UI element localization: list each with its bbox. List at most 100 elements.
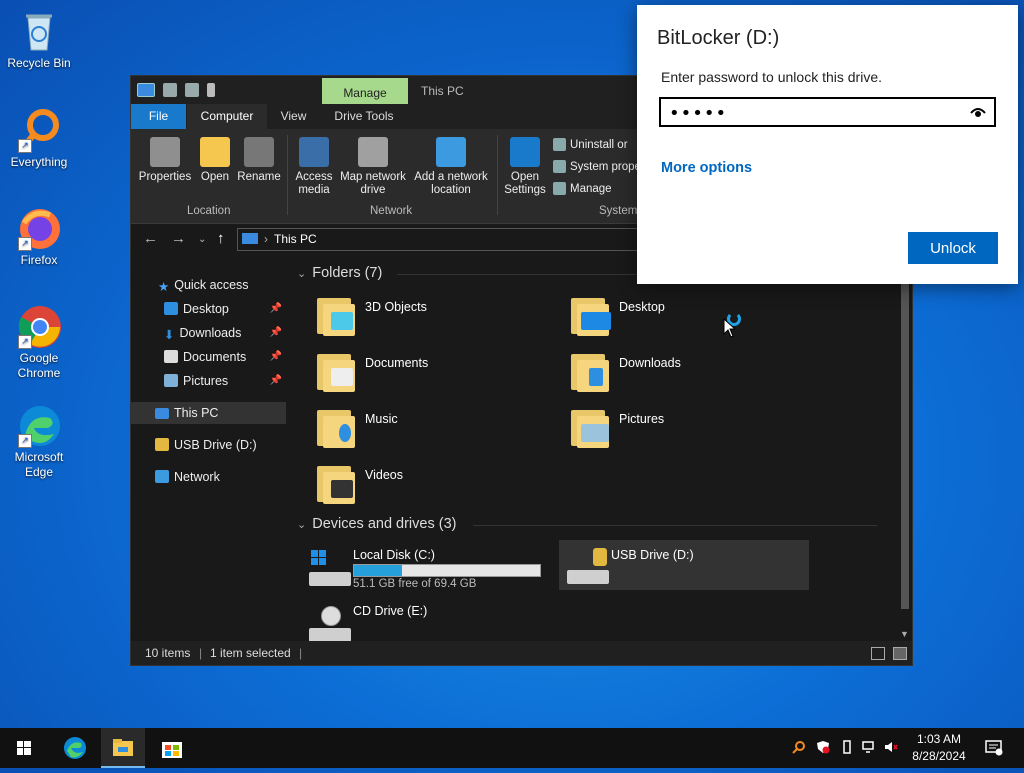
network-icon[interactable] <box>862 740 876 754</box>
folder-music[interactable]: Music <box>315 406 555 456</box>
bitlocker-dialog: BitLocker (D:) Enter password to unlock … <box>637 5 1018 284</box>
rename-icon <box>244 137 274 167</box>
group-label-location: Location <box>187 205 231 217</box>
edge-icon: ↗ <box>16 402 62 448</box>
notifications-icon[interactable] <box>985 740 1003 756</box>
taskbar-edge-button[interactable] <box>53 728 97 768</box>
large-icons-view-icon[interactable] <box>893 647 907 660</box>
folder-downloads[interactable]: Downloads <box>569 350 809 400</box>
up-arrow-icon[interactable]: ↑ <box>217 230 225 247</box>
nav-item-desktop[interactable]: Desktop 📌 <box>131 298 286 320</box>
nav-quick-access[interactable]: ★ Quick access <box>131 274 286 296</box>
security-shield-alert-icon[interactable] <box>816 740 830 754</box>
open-button[interactable]: Open <box>197 137 233 184</box>
status-item-count: 10 items <box>145 646 191 660</box>
reveal-password-eye-icon[interactable] <box>970 105 986 119</box>
folder-videos-icon <box>315 462 355 504</box>
uninstall-programs-button[interactable]: Uninstall or <box>553 138 628 151</box>
shortcut-arrow-icon: ↗ <box>18 335 32 349</box>
desktop-icon-chrome[interactable]: ↗ Google Chrome <box>4 303 74 381</box>
mouse-cursor-icon <box>723 318 735 338</box>
properties-qat-icon[interactable] <box>163 83 177 97</box>
pin-icon[interactable]: 📌 <box>270 322 282 344</box>
map-network-drive-button[interactable]: Map network drive <box>337 137 409 197</box>
folder-downloads-icon <box>569 350 609 392</box>
desktop-icon-everything[interactable]: ↗ Everything <box>4 107 74 170</box>
nav-item-documents[interactable]: Documents 📌 <box>131 346 286 368</box>
pin-icon[interactable]: 📌 <box>270 298 282 320</box>
password-input[interactable] <box>661 99 961 127</box>
chevron-down-icon: ⌄ <box>297 268 307 280</box>
nav-item-pictures[interactable]: Pictures 📌 <box>131 370 286 392</box>
start-button[interactable] <box>2 728 46 768</box>
drive-usb-d[interactable]: USB Drive (D:) <box>559 540 809 590</box>
ribbon-separator <box>287 135 288 215</box>
nav-network[interactable]: Network <box>131 466 286 488</box>
more-options-link[interactable]: More options <box>661 160 752 176</box>
properties-button[interactable]: Properties <box>138 137 192 184</box>
locked-usb-drive-icon <box>567 548 609 584</box>
qat-dropdown-icon[interactable] <box>207 83 215 97</box>
nav-item-downloads[interactable]: ⬇ Downloads 📌 <box>131 322 286 344</box>
devices-section-header[interactable]: ⌄ Devices and drives (3) <box>297 516 887 532</box>
rename-button[interactable]: Rename <box>237 137 281 184</box>
nav-usb-drive[interactable]: USB Drive (D:) <box>131 434 286 456</box>
shortcut-arrow-icon: ↗ <box>18 139 32 153</box>
volume-muted-icon[interactable] <box>884 740 898 754</box>
scrollbar-thumb[interactable] <box>901 264 909 609</box>
usb-device-icon[interactable] <box>840 740 854 754</box>
new-folder-qat-icon[interactable] <box>185 83 199 97</box>
nav-this-pc[interactable]: This PC <box>131 402 286 424</box>
access-media-button[interactable]: Access media <box>293 137 335 197</box>
drive-local-disk-c[interactable]: Local Disk (C:) 51.1 GB free of 69.4 GB <box>301 542 551 592</box>
tab-manage-context[interactable]: Manage <box>322 78 408 104</box>
folder-videos[interactable]: Videos <box>315 462 555 512</box>
back-arrow-icon[interactable]: ← <box>143 230 158 247</box>
quick-access-toolbar <box>137 81 215 99</box>
tab-computer[interactable]: Computer <box>187 104 267 129</box>
tab-view[interactable]: View <box>271 104 316 129</box>
taskbar-file-explorer-button[interactable] <box>101 728 145 768</box>
desktop-icon-edge[interactable]: ↗ Microsoft Edge <box>4 402 74 480</box>
folder-pictures-icon <box>569 406 609 448</box>
manage-button[interactable]: Manage <box>553 182 612 195</box>
open-folder-icon <box>200 137 230 167</box>
drive-usage-fill <box>354 565 403 576</box>
details-view-icon[interactable] <box>871 647 885 660</box>
pin-icon[interactable]: 📌 <box>270 346 282 368</box>
everything-tray-icon[interactable] <box>792 740 806 754</box>
taskbar: 1:03 AM 8/28/2024 <box>0 728 1024 768</box>
vertical-scrollbar[interactable]: ▼ <box>898 254 912 641</box>
folder-documents[interactable]: Documents <box>315 350 555 400</box>
firefox-icon: ↗ <box>16 205 62 251</box>
tab-drive-tools[interactable]: Drive Tools <box>326 104 402 129</box>
drive-usage-bar <box>353 564 541 577</box>
shortcut-arrow-icon: ↗ <box>18 434 32 448</box>
recent-locations-chevron-icon[interactable]: ⌄ <box>198 234 206 245</box>
system-clock[interactable]: 1:03 AM 8/28/2024 <box>908 731 970 765</box>
forward-arrow-icon[interactable]: → <box>171 230 186 247</box>
scroll-down-arrow-icon[interactable]: ▼ <box>900 629 909 639</box>
desktop-icon-firefox[interactable]: ↗ Firefox <box>4 205 74 268</box>
folder-pictures[interactable]: Pictures <box>569 406 809 456</box>
folder-music-icon <box>315 406 355 448</box>
unlock-button[interactable]: Unlock <box>908 232 998 264</box>
status-divider: | <box>299 646 303 660</box>
desktop-icon-recycle-bin[interactable]: Recycle Bin <box>4 8 74 71</box>
add-network-location-icon <box>436 137 466 167</box>
open-settings-button[interactable]: Open Settings <box>503 137 547 197</box>
system-properties-button[interactable]: System prope <box>553 160 641 173</box>
access-media-icon <box>299 137 329 167</box>
folder-3d-objects[interactable]: 3D Objects <box>315 294 555 344</box>
status-selection: 1 item selected <box>210 646 291 660</box>
tab-file[interactable]: File <box>131 104 186 129</box>
taskbar-store-button[interactable] <box>150 728 194 768</box>
status-divider: | <box>199 646 203 660</box>
divider <box>473 525 877 526</box>
desktop-icon <box>164 302 178 315</box>
content-pane: ⌄ Folders (7) 3D Objects Desktop Document… <box>291 254 901 642</box>
add-network-location-button[interactable]: Add a network location <box>411 137 491 197</box>
folder-desktop[interactable]: Desktop <box>569 294 809 344</box>
map-network-drive-icon <box>358 137 388 167</box>
pin-icon[interactable]: 📌 <box>270 370 282 392</box>
